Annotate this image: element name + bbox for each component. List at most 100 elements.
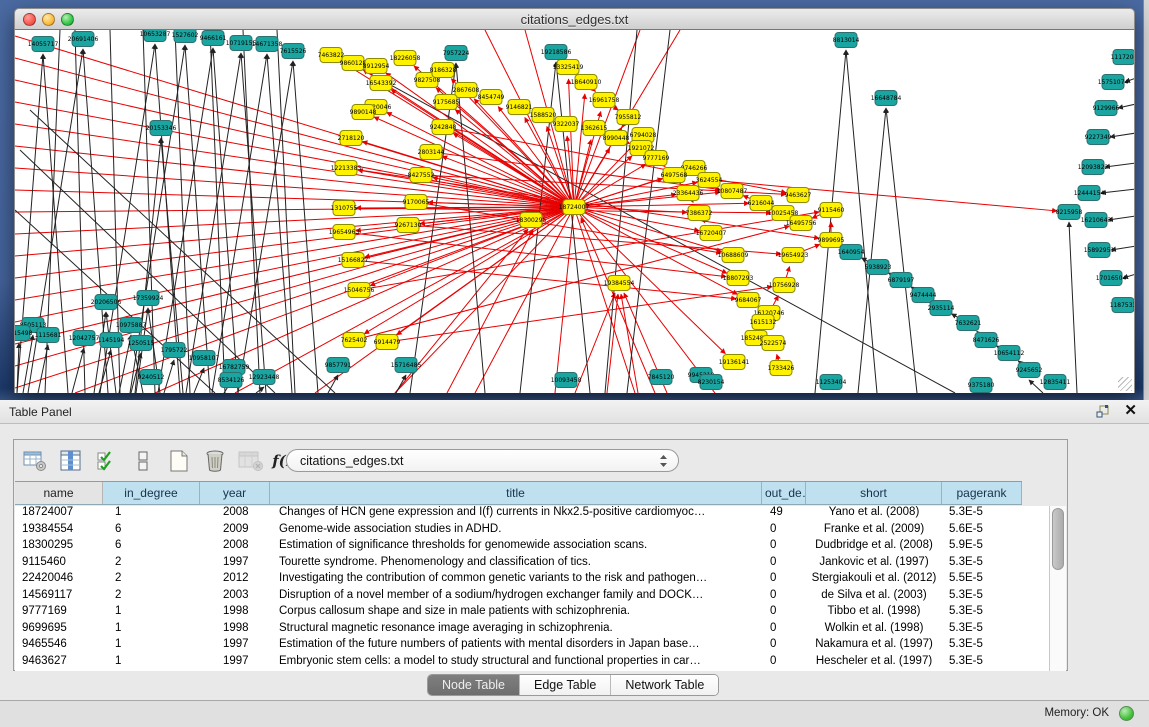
graph-node[interactable]: 8454749 [478, 90, 505, 105]
graph-node[interactable]: 19654963 [329, 225, 360, 240]
float-panel-icon[interactable] [1096, 405, 1110, 418]
graph-node[interactable]: 9463627 [785, 188, 812, 203]
graph-node[interactable]: 18640910 [571, 75, 602, 90]
tab-edge-table[interactable]: Edge Table [520, 675, 611, 695]
network-window[interactable]: citations_edges.txt 18724007183002951938… [14, 8, 1135, 393]
graph-node[interactable]: 23364436 [673, 186, 704, 201]
graph-node[interactable]: 1310755 [331, 201, 358, 216]
graph-node[interactable]: 16720407 [696, 226, 727, 241]
clear-row-selection-icon[interactable] [128, 447, 158, 475]
graph-node[interactable]: 8813014 [833, 33, 860, 48]
graph-node[interactable]: 15046756 [344, 283, 375, 298]
graph-node[interactable]: 16961758 [589, 93, 620, 108]
graph-node[interactable]: 1640954 [838, 245, 865, 260]
graph-node[interactable]: 14671358 [252, 37, 283, 52]
graph-node[interactable]: 2718120 [338, 131, 365, 146]
delete-columns-icon[interactable] [200, 447, 230, 475]
window-resize-grip[interactable] [1118, 377, 1132, 391]
graph-node[interactable]: 1187533 [1110, 298, 1135, 313]
close-window-button[interactable] [23, 13, 36, 26]
graph-node[interactable]: 9466161 [200, 31, 227, 46]
graph-node[interactable]: 16495756 [786, 216, 817, 231]
network-window-titlebar[interactable]: citations_edges.txt [14, 8, 1135, 30]
close-panel-icon[interactable]: ✕ [1124, 403, 1137, 419]
graph-node[interactable]: 9115460 [818, 203, 845, 218]
graph-node[interactable]: 9129966 [1093, 101, 1120, 116]
column-header-in_degree[interactable]: in_degree [103, 482, 200, 504]
graph-node[interactable]: 7957224 [443, 46, 470, 61]
table-row[interactable]: 969969511998Structural magnetic resonanc… [15, 622, 1050, 639]
graph-node[interactable]: 9375180 [968, 378, 995, 393]
citation-network-graph[interactable]: 1872400718300295193845547463822986012889… [15, 30, 1135, 393]
graph-node[interactable]: 9227349 [1085, 130, 1112, 145]
graph-node[interactable]: 1795722 [161, 343, 188, 358]
graph-node[interactable]: 2522574 [760, 336, 787, 351]
table-row[interactable]: 946554611997Estimation of the future num… [15, 638, 1050, 655]
graph-node[interactable]: 16210643 [1081, 213, 1112, 228]
graph-node[interactable]: 1615132 [750, 315, 777, 330]
graph-node[interactable]: 9890148 [350, 105, 377, 120]
column-header-short[interactable]: short [806, 482, 942, 504]
table-vertical-scrollbar[interactable] [1049, 506, 1066, 671]
graph-node[interactable]: 8990448 [603, 131, 630, 146]
graph-node[interactable]: 2935114 [928, 301, 955, 316]
graph-node[interactable]: 8427552 [408, 168, 435, 183]
column-header-out_de[interactable]: △out_de… [762, 482, 806, 504]
graph-node[interactable]: 18226058 [390, 51, 421, 66]
graph-node[interactable]: 7615526 [280, 44, 307, 59]
graph-node[interactable]: 8534126 [218, 373, 245, 388]
graph-node[interactable]: 17016504 [1096, 271, 1127, 286]
graph-node[interactable]: 6497568 [661, 168, 688, 183]
graph-node[interactable]: 16648784 [871, 91, 902, 106]
graph-node[interactable]: 15166827 [338, 253, 369, 268]
graph-node[interactable]: 8471626 [973, 333, 1000, 348]
graph-node[interactable]: 3915498 [15, 326, 33, 341]
tab-node-table[interactable]: Node Table [428, 675, 520, 695]
graph-node[interactable]: 14055717 [28, 37, 59, 52]
graph-node[interactable]: 12835411 [1040, 375, 1071, 390]
table-selector-dropdown[interactable]: citations_edges.txt [286, 449, 679, 472]
network-canvas[interactable]: 1872400718300295193845547463822986012889… [14, 30, 1135, 393]
graph-node[interactable]: 6216044 [748, 196, 775, 211]
graph-node[interactable]: 15751074 [1098, 75, 1129, 90]
graph-node[interactable]: 7625402 [341, 333, 368, 348]
memory-status-indicator[interactable] [1119, 706, 1134, 721]
graph-node[interactable]: 6879197 [888, 273, 915, 288]
tab-network-table[interactable]: Network Table [611, 675, 718, 695]
graph-node[interactable]: 2803144 [418, 145, 445, 160]
graph-node[interactable]: 12093822 [1078, 160, 1109, 175]
graph-node[interactable]: 1145194 [98, 333, 125, 348]
graph-node[interactable]: 15716485 [391, 358, 422, 373]
graph-node[interactable]: 10688609 [718, 248, 749, 263]
graph-node[interactable]: 10654112 [994, 346, 1025, 361]
graph-node[interactable]: 9146821 [506, 100, 533, 115]
graph-node[interactable]: 10756928 [769, 278, 800, 293]
graph-node[interactable]: 7845120 [648, 370, 675, 385]
graph-node[interactable]: 7386372 [686, 206, 713, 221]
graph-node[interactable]: 7955812 [615, 110, 642, 125]
graph-node[interactable]: 10093458 [551, 373, 582, 388]
graph-node[interactable]: 19136141 [719, 355, 750, 370]
graph-node[interactable]: 9267130 [395, 218, 422, 233]
column-header-pagerank[interactable]: pagerank [942, 482, 1022, 504]
graph-node[interactable]: 10958107 [189, 351, 220, 366]
graph-node[interactable]: 10807487 [717, 184, 748, 199]
graph-node[interactable]: 12444154 [1074, 186, 1105, 201]
graph-node[interactable]: 9322037 [553, 117, 580, 132]
graph-node[interactable]: 1115681 [35, 328, 62, 343]
graph-node[interactable]: 11253404 [816, 375, 847, 390]
graph-node[interactable]: 9857791 [325, 358, 352, 373]
column-header-year[interactable]: year [200, 482, 270, 504]
graph-node[interactable]: 1362615 [581, 121, 608, 136]
graph-node[interactable]: 10975887 [116, 318, 147, 333]
graph-node[interactable]: 17359924 [133, 291, 164, 306]
graph-node[interactable]: 18724007 [559, 200, 590, 215]
graph-node[interactable]: 1117204 [1111, 50, 1135, 65]
graph-node[interactable]: 20691406 [68, 32, 99, 47]
graph-node[interactable]: 8912954 [363, 59, 390, 74]
graph-node[interactable]: 13325419 [553, 60, 584, 75]
table-row[interactable]: 2242004622012Investigating the contribut… [15, 572, 1050, 589]
graph-node[interactable]: 20153346 [146, 121, 177, 136]
graph-node[interactable]: 1733426 [768, 361, 795, 376]
create-new-column-icon[interactable] [164, 447, 194, 475]
